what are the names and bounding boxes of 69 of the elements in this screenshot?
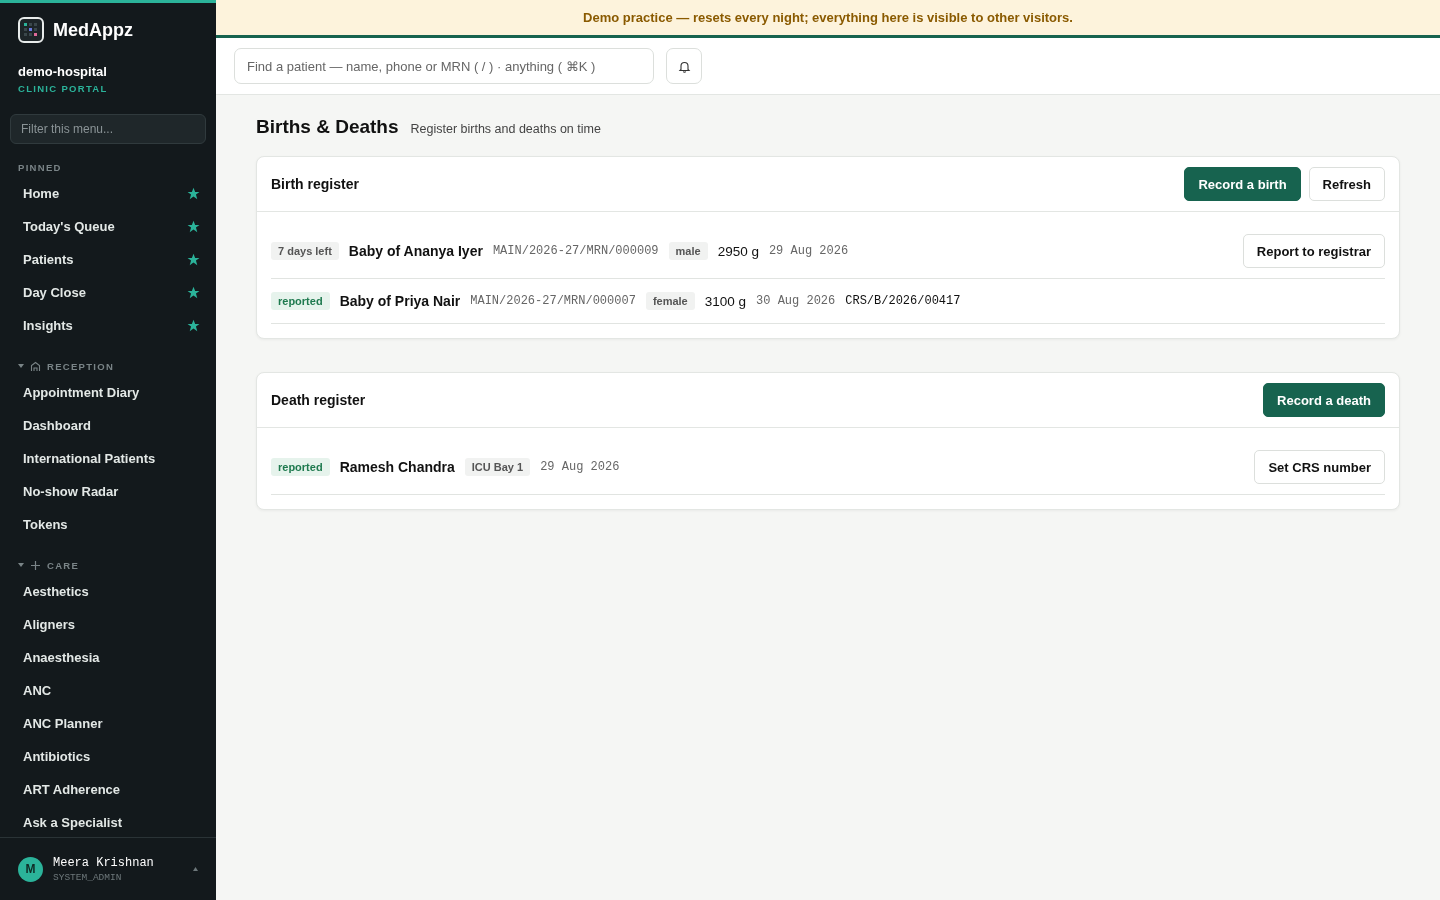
date-text: 29 Aug 2026 xyxy=(540,460,620,474)
logo-icon xyxy=(18,17,44,43)
star-icon[interactable] xyxy=(187,319,200,332)
person-name: Baby of Priya Nair xyxy=(339,293,461,309)
date-text: 29 Aug 2026 xyxy=(768,244,849,258)
user-name: Meera Krishnan xyxy=(53,855,155,870)
action-button[interactable]: Record a birth xyxy=(1184,167,1301,201)
date-text: 30 Aug 2026 xyxy=(756,294,836,308)
page-title: Births & Deaths xyxy=(256,116,399,138)
menu-item[interactable]: Insights xyxy=(23,318,73,333)
portal-label: CLINIC PORTAL xyxy=(18,83,109,94)
menu-item[interactable]: Aligners xyxy=(23,617,75,632)
menu-item[interactable]: Dashboard xyxy=(23,418,91,433)
mrn-text: MAIN/2026-27/MRN/000007 xyxy=(470,294,636,308)
page-subtitle: Register births and deaths on time xyxy=(410,122,601,136)
menu-item[interactable]: Aesthetics xyxy=(23,584,89,599)
menu-item[interactable]: ANC xyxy=(23,683,52,698)
menu-item[interactable]: No-show Radar xyxy=(23,484,119,499)
action-button[interactable]: Report to registrar xyxy=(1242,234,1385,268)
star-icon[interactable] xyxy=(187,187,200,200)
menu-item[interactable]: International Patients xyxy=(23,451,156,466)
star-icon[interactable] xyxy=(187,220,200,233)
section-heading: CARE xyxy=(47,559,80,571)
filter-field[interactable]: Filter this menu... xyxy=(10,114,206,144)
bell-icon xyxy=(677,59,691,73)
status-badge: reported xyxy=(271,292,330,310)
action-button[interactable]: Set CRS number xyxy=(1254,450,1385,484)
star-icon[interactable] xyxy=(187,253,200,266)
card-title: Death register xyxy=(271,392,366,408)
menu-item[interactable]: ANC Planner xyxy=(23,716,103,731)
weight-text: 3100 g xyxy=(704,293,747,309)
menu-item[interactable]: Tokens xyxy=(23,517,68,532)
weight-text: 2950 g xyxy=(717,243,759,259)
menu-item[interactable]: Patients xyxy=(23,252,74,267)
caret-icon[interactable] xyxy=(18,363,24,369)
action-button[interactable]: Record a death xyxy=(1263,383,1385,417)
user-role: SYSTEM_ADMIN xyxy=(53,871,123,883)
menu-item[interactable]: Anaesthesia xyxy=(23,650,100,665)
caret-icon[interactable] xyxy=(193,867,198,871)
caret-icon[interactable] xyxy=(18,562,24,568)
plus-icon xyxy=(30,559,41,571)
person-name: Baby of Ananya Iyer xyxy=(348,243,483,259)
person-name: Ramesh Chandra xyxy=(339,459,455,475)
notification-button[interactable] xyxy=(666,48,702,84)
action-button[interactable]: Refresh xyxy=(1308,167,1385,201)
menu-item[interactable]: Day Close xyxy=(23,285,86,300)
menu-item[interactable]: Home xyxy=(23,186,60,201)
menu-item[interactable]: Today's Queue xyxy=(23,219,115,234)
card-title: Birth register xyxy=(271,176,359,192)
status-badge: reported xyxy=(271,458,330,476)
menu-item[interactable]: Ask a Specialist xyxy=(23,815,122,830)
search-field[interactable]: Find a patient — name, phone or MRN ( / ) · anything ( ⌘K ) xyxy=(234,48,654,84)
crs-number: CRS/B/2026/00417 xyxy=(845,294,961,308)
section-heading: RECEPTION xyxy=(47,360,115,372)
menu-item[interactable]: Antibiotics xyxy=(23,749,91,764)
star-icon[interactable] xyxy=(187,286,200,299)
tag-badge: male xyxy=(668,242,708,260)
section-heading: PINNED xyxy=(18,161,62,173)
mrn-text: MAIN/2026-27/MRN/000009 xyxy=(492,244,659,258)
avatar: M xyxy=(18,856,43,882)
tag-badge: female xyxy=(645,292,695,310)
organization-name: demo-hospital xyxy=(18,64,108,79)
demo-banner-text: Demo practice — resets every night; everything here is visible to other visitors. xyxy=(583,10,1073,25)
brand-name: MedAppz xyxy=(53,19,133,41)
house-icon xyxy=(30,360,41,372)
status-badge: 7 days left xyxy=(271,242,339,260)
menu-item[interactable]: ART Adherence xyxy=(23,782,121,797)
tag-badge: ICU Bay 1 xyxy=(464,458,531,476)
menu-item[interactable]: Appointment Diary xyxy=(23,385,140,400)
